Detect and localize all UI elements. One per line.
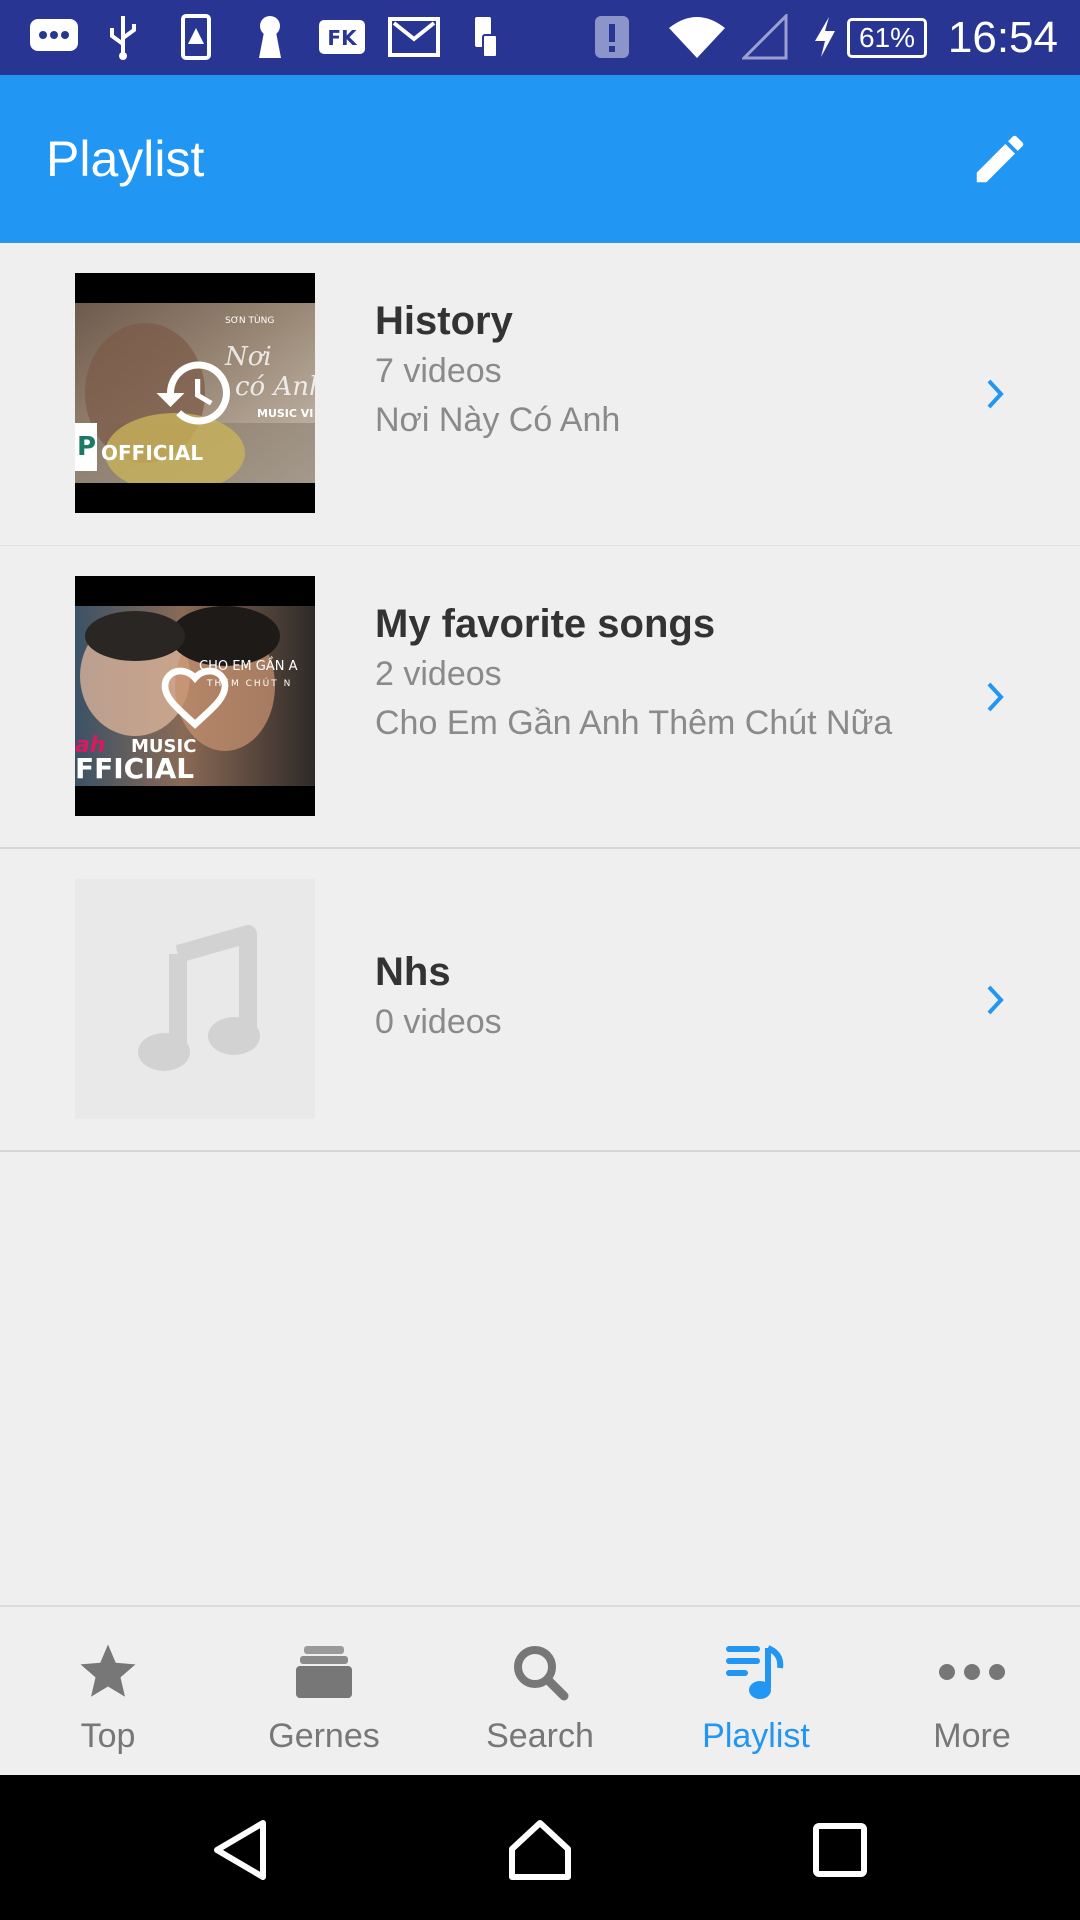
playlist-info: My favorite songs 2 videos Cho Em Gần An… xyxy=(375,598,892,748)
nav-item-search[interactable]: Search xyxy=(432,1607,648,1775)
playlist-count: 7 videos xyxy=(375,352,502,390)
playlist-title: History xyxy=(375,299,513,343)
recents-button[interactable] xyxy=(795,1805,885,1895)
gmail-icon xyxy=(388,14,440,60)
chat-icon xyxy=(28,14,80,60)
nav-label: Search xyxy=(486,1717,594,1755)
app-bar: Playlist xyxy=(0,75,1080,243)
home-button[interactable] xyxy=(495,1805,585,1895)
playlist-thumbnail: CHO EM GẦN A THÊM CHÚT N ah MUSIC FFICIA… xyxy=(75,576,315,816)
playlist-last-video: Cho Em Gần Anh Thêm Chút Nữa xyxy=(375,704,893,742)
star-icon xyxy=(0,1639,216,1705)
alert-icon xyxy=(592,14,632,60)
signal-icon xyxy=(742,14,788,60)
status-bar: FK 61% 16:54 xyxy=(0,0,1080,75)
stack-icon xyxy=(216,1639,432,1705)
history-icon xyxy=(75,273,315,513)
playlist-count: 2 videos xyxy=(375,655,502,693)
nav-item-playlist[interactable]: Playlist xyxy=(648,1607,864,1775)
nav-label: More xyxy=(933,1717,1011,1755)
playlist-thumbnail: SƠN TÙNG Nơi có Anh MUSIC VI P OFFICIAL xyxy=(75,273,315,513)
playlist-count: 0 videos xyxy=(375,1003,502,1041)
charging-icon xyxy=(812,14,838,60)
nav-label: Gernes xyxy=(268,1717,380,1755)
home-icon xyxy=(509,1820,571,1880)
playlist-info: History 7 videos Nơi Này Có Anh xyxy=(375,295,620,445)
playlist-row-history[interactable]: SƠN TÙNG Nơi có Anh MUSIC VI P OFFICIAL … xyxy=(0,243,1080,546)
battery-indicator: 61% xyxy=(847,18,927,58)
playlist-last-video: Nơi Này Có Anh xyxy=(375,401,621,439)
chevron-right-icon xyxy=(984,849,1008,1150)
svg-text:FK: FK xyxy=(327,26,358,50)
page-title: Playlist xyxy=(46,131,205,187)
playlist-info: Nhs 0 videos xyxy=(375,946,502,1047)
nav-item-top[interactable]: Top xyxy=(0,1607,216,1775)
fk-icon: FK xyxy=(318,14,366,60)
system-nav-bar xyxy=(0,1775,1080,1920)
playlist-thumbnail xyxy=(75,879,315,1119)
nav-label: Top xyxy=(80,1717,136,1755)
nav-item-more[interactable]: More xyxy=(864,1607,1080,1775)
pencil-icon xyxy=(976,135,1024,183)
back-button[interactable] xyxy=(196,1805,286,1895)
chevron-right-icon xyxy=(984,546,1008,847)
usb-icon xyxy=(105,14,141,60)
status-time: 16:54 xyxy=(947,13,1058,62)
playlist-title: Nhs xyxy=(375,950,451,994)
playlist-list: SƠN TÙNG Nơi có Anh MUSIC VI P OFFICIAL … xyxy=(0,243,1080,1152)
heart-icon xyxy=(75,576,315,816)
playlist-row-favorites[interactable]: CHO EM GẦN A THÊM CHÚT N ah MUSIC FFICIA… xyxy=(0,546,1080,849)
nav-label: Playlist xyxy=(702,1717,810,1755)
playlist-icon xyxy=(648,1639,864,1705)
back-icon xyxy=(214,1820,266,1880)
nav-item-gernes[interactable]: Gernes xyxy=(216,1607,432,1775)
warning-icon xyxy=(180,14,212,60)
more-icon xyxy=(864,1639,1080,1705)
chevron-right-icon xyxy=(984,243,1008,545)
bottom-nav: Top Gernes Search Playlist More xyxy=(0,1605,1080,1775)
edit-button[interactable] xyxy=(960,119,1040,199)
recents-icon xyxy=(813,1823,867,1877)
phone-icon xyxy=(470,14,500,60)
music-note-icon xyxy=(138,925,260,1071)
playlist-title: My favorite songs xyxy=(375,602,716,646)
playlist-row-nhs[interactable]: Nhs 0 videos xyxy=(0,849,1080,1152)
search-icon xyxy=(432,1639,648,1705)
keyhole-icon xyxy=(252,14,288,60)
wifi-icon xyxy=(666,14,728,60)
